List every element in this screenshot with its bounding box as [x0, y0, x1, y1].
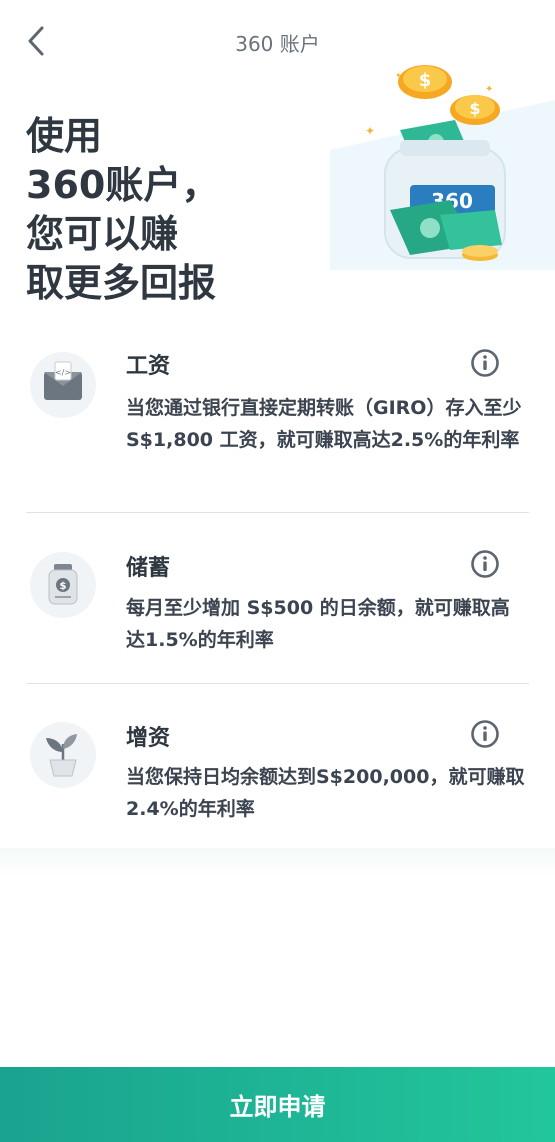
info-button[interactable] — [470, 549, 500, 579]
svg-text:</>: </> — [55, 368, 71, 377]
plant-growth-icon — [30, 722, 96, 788]
hero-line: 您可以赚 — [26, 212, 179, 256]
feature-title: 增资 — [126, 726, 171, 751]
coin-symbol: $ — [469, 99, 480, 118]
info-icon — [471, 720, 499, 748]
divider — [26, 512, 529, 513]
svg-text:✦: ✦ — [365, 124, 375, 138]
info-button[interactable] — [470, 719, 500, 749]
svg-text:$: $ — [60, 581, 67, 592]
section-fade — [0, 848, 555, 878]
feature-title: 工资 — [126, 354, 171, 379]
divider — [26, 683, 529, 684]
feature-description: 每月至少增加 S$500 的日余额，就可赚取高达1.5%的年利率 — [126, 597, 510, 651]
feature-description: 当您保持日均余额达到S$200,000，就可赚取2.4%的年利率 — [126, 766, 525, 820]
feature-description: 当您通过银行直接定期转账（GIRO）存入至少 S$1,800 工资，就可赚取高达… — [126, 397, 522, 451]
info-icon — [471, 349, 499, 377]
hero-headline: 使用 360账户， 您可以赚 取更多回报 — [26, 112, 219, 308]
savings-jar-icon: $ — [30, 552, 96, 618]
hero-line: 360账户， — [26, 163, 220, 207]
hero-line: 使用 — [26, 114, 103, 158]
money-jar-illustration: ✦ ✦ ✦ $ $ 360 — [330, 60, 555, 270]
svg-text:✦: ✦ — [485, 84, 493, 95]
info-button[interactable] — [470, 348, 500, 378]
page-title: 360 账户 — [235, 32, 320, 56]
feature-title: 储蓄 — [126, 556, 171, 581]
info-icon — [471, 550, 499, 578]
hero-line: 取更多回报 — [26, 261, 217, 305]
apply-now-button[interactable]: 立即申请 — [0, 1067, 555, 1142]
salary-envelope-icon: </> — [30, 352, 96, 418]
coin-symbol: $ — [419, 70, 432, 91]
